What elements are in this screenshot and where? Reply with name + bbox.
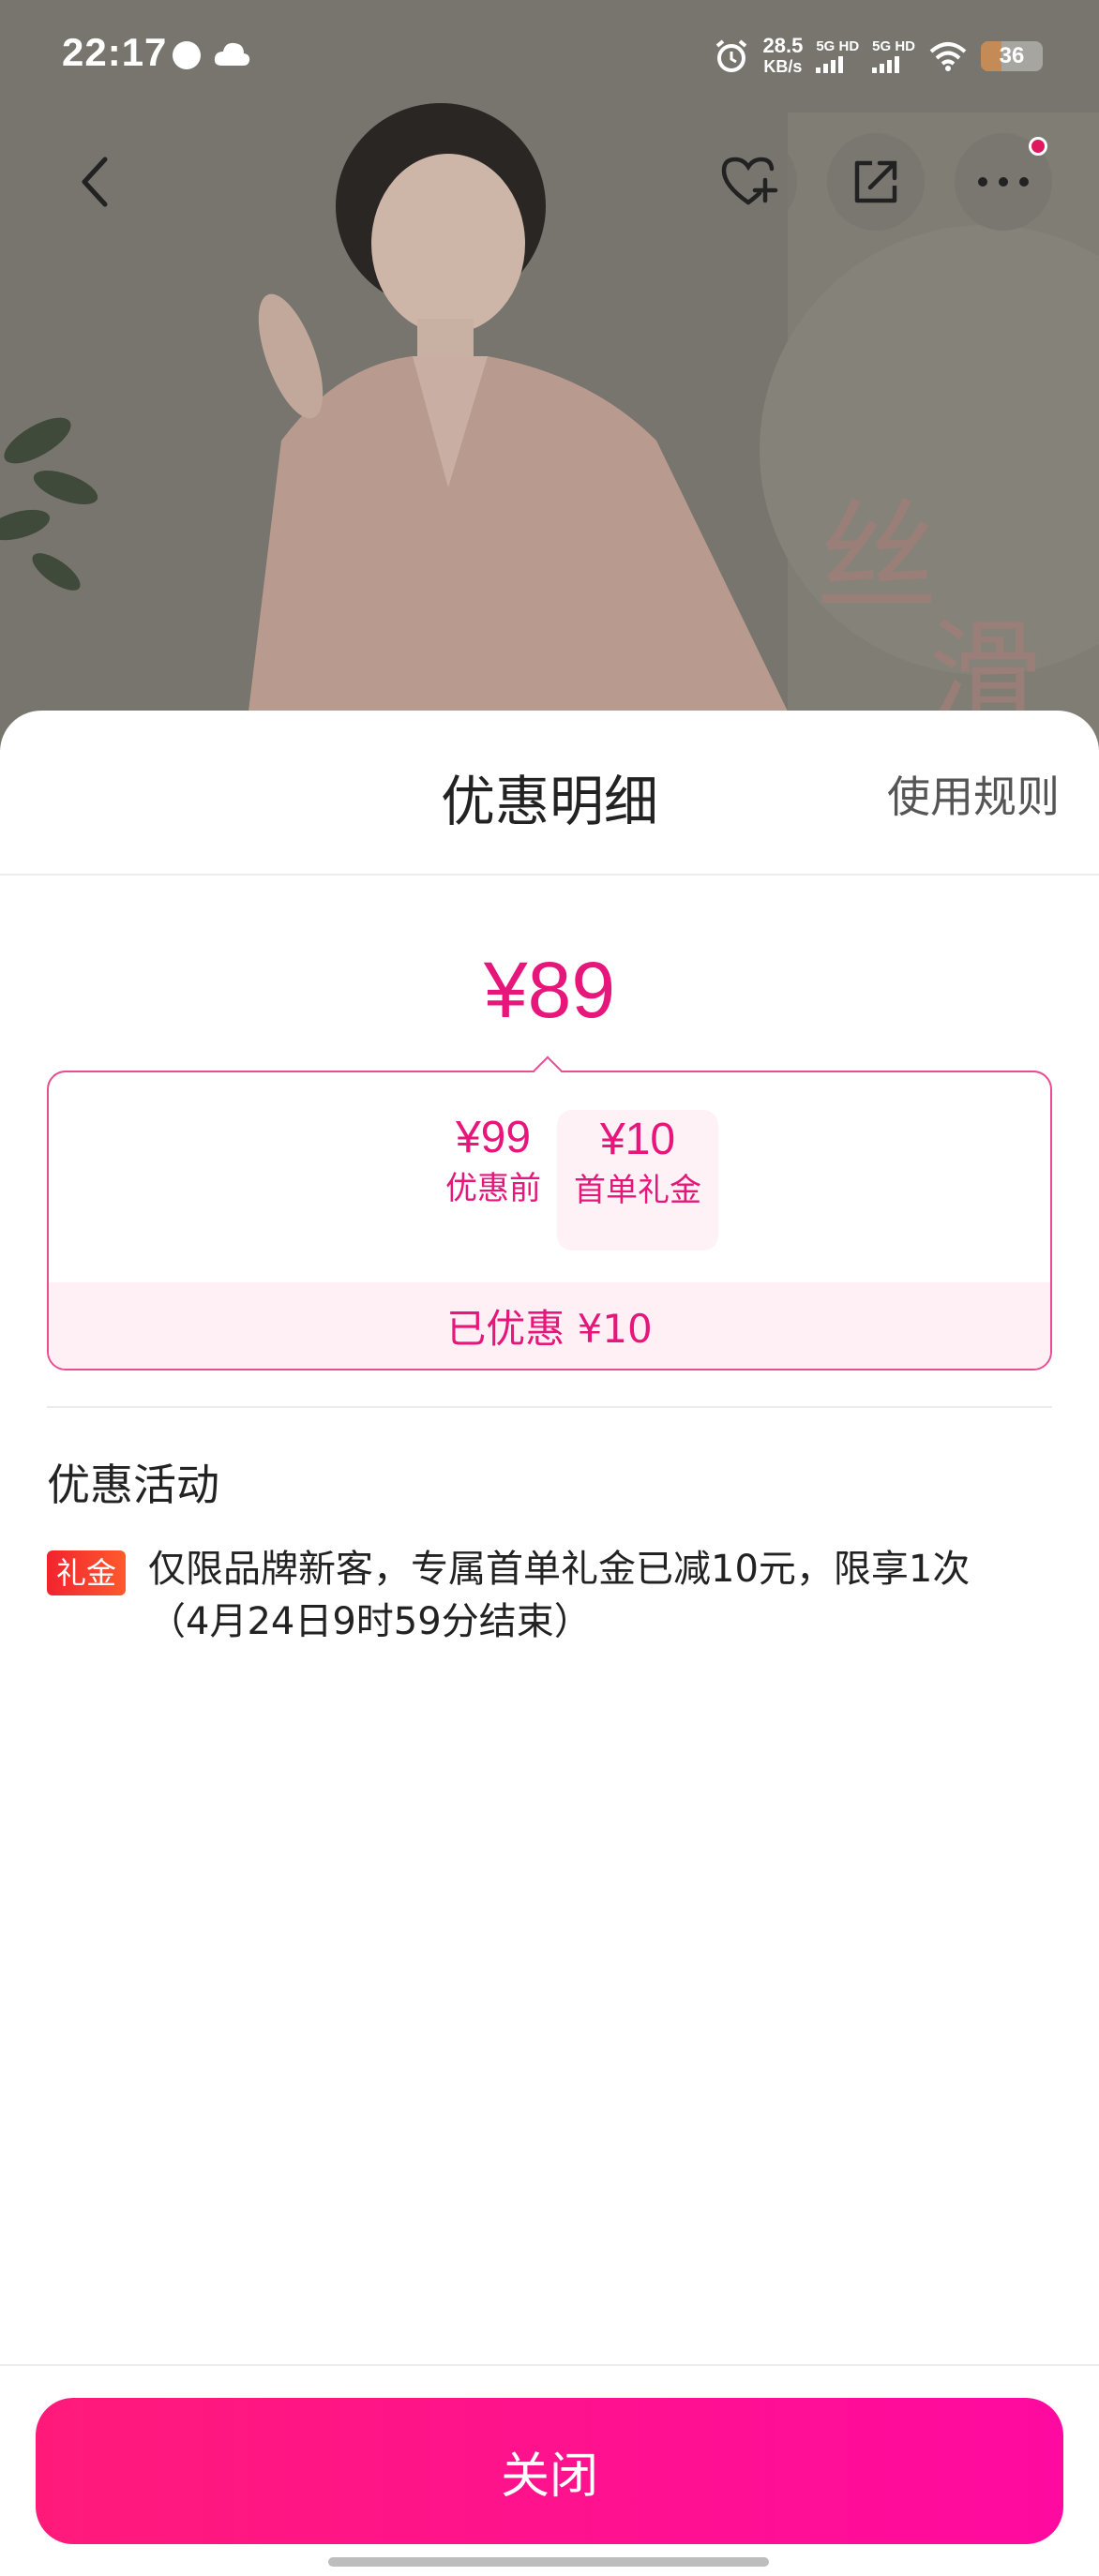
battery-level: 36 (999, 43, 1025, 68)
coupon-label: 首单礼金 (574, 1172, 701, 1209)
status-bar: 22:17 28.5 KB/s 5G HD 5G HD 36 (0, 0, 1099, 112)
home-indicator[interactable] (328, 2557, 769, 2567)
divider (47, 1406, 1052, 1408)
share-icon (854, 160, 897, 203)
signal-bars-icon (872, 54, 915, 73)
cloud-icon (214, 42, 250, 66)
gift-money-badge: 礼金 (47, 1550, 127, 1595)
coupon-amount: ¥10 (599, 1115, 676, 1164)
battery-icon: 36 (981, 41, 1043, 71)
sheet-header: 优惠明细 使用规则 (0, 711, 1099, 876)
back-button[interactable] (45, 133, 143, 231)
promo-section-title: 优惠活动 (47, 1460, 219, 1510)
signal-2: 5G HD (872, 39, 915, 73)
first-order-coupon: ¥10 首单礼金 (557, 1110, 718, 1251)
back-icon (82, 157, 108, 207)
notification-dot (1029, 137, 1047, 156)
footer-divider (0, 2364, 1099, 2366)
favorite-button[interactable] (700, 133, 797, 231)
usage-rules-link[interactable]: 使用规则 (887, 763, 1060, 825)
final-price: ¥89 (483, 946, 616, 1034)
signal-1: 5G HD (816, 39, 859, 73)
more-icon (978, 177, 1029, 187)
status-icons: 28.5 KB/s 5G HD 5G HD 36 (714, 32, 1043, 81)
alarm-icon (716, 39, 747, 72)
price-calculation-box: ¥99 优惠前 - ¥10 首单礼金 已优惠 ¥10 (47, 1071, 1052, 1370)
net-speed-value: 28.5 (762, 34, 804, 57)
close-button[interactable]: 关闭 (36, 2398, 1063, 2544)
status-time: 22:17 (62, 30, 168, 74)
net-speed: 28.5 KB/s (762, 36, 803, 77)
signal-label: 5G HD (816, 38, 860, 54)
total-saved: 已优惠 ¥10 (49, 1282, 1050, 1369)
favorite-add-icon (721, 157, 778, 205)
share-button[interactable] (827, 133, 925, 231)
signal-label: 5G HD (872, 38, 915, 54)
svg-text:丝: 丝 (816, 487, 938, 629)
promo-description: 仅限品牌新客，专属首单礼金已减10元，限享1次（4月24日9时59分结束） (148, 1548, 971, 1643)
notification-icon (173, 41, 201, 69)
product-photo: 丝 滑 (0, 0, 1099, 750)
signal-bars-icon (816, 54, 859, 73)
discount-details-sheet: 优惠明细 使用规则 ¥89 ¥99 优惠前 - ¥10 首单礼金 已优惠 ¥10… (0, 711, 1099, 2576)
net-speed-unit: KB/s (763, 57, 803, 76)
product-image: 丝 滑 (0, 0, 1099, 750)
wifi-icon (929, 42, 967, 71)
